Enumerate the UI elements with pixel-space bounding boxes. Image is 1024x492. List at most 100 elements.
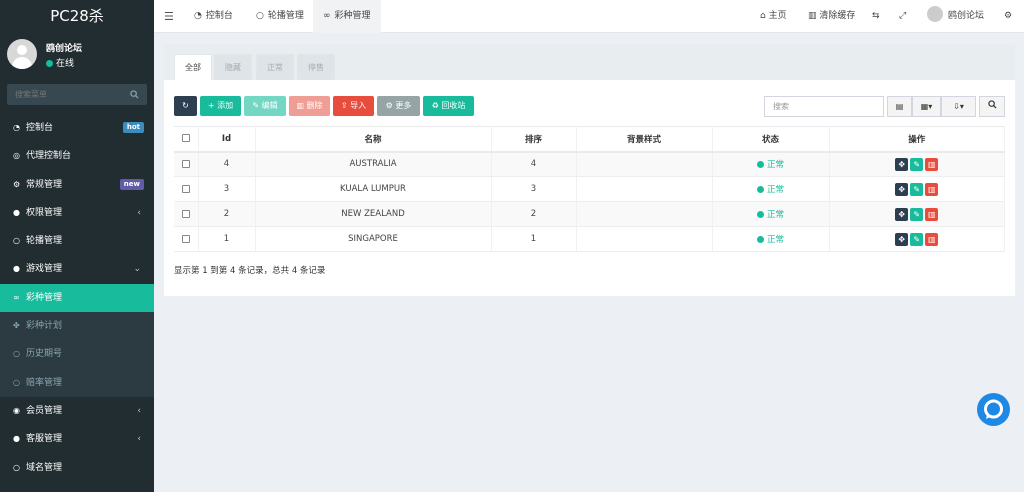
brand-logo[interactable]: PC28杀: [0, 0, 154, 33]
home-link[interactable]: ⌂ 主页: [760, 0, 787, 33]
cell-actions: ✥ ✎ ▥: [829, 176, 1005, 202]
sidebar-item-history[interactable]: ○ 历史期号: [0, 340, 154, 369]
row-edit-button[interactable]: ✎: [910, 182, 924, 196]
drag-sort-button[interactable]: ✥: [895, 207, 909, 221]
row-delete-button[interactable]: ▥: [925, 207, 939, 221]
delete-button[interactable]: ▥ 删除: [289, 96, 330, 116]
cell-status: 正常: [712, 176, 830, 202]
sidebar-item-lottery-plan[interactable]: ✤ 彩种计划: [0, 312, 154, 341]
pencil-icon: ✎: [252, 101, 262, 110]
export-button[interactable]: ⇩▾: [941, 96, 976, 117]
tab-dashboard[interactable]: ◔ 控制台: [184, 0, 243, 33]
table-search-input[interactable]: 搜索: [764, 96, 884, 117]
add-button[interactable]: + 添加: [200, 96, 241, 116]
sidebar-item-permissions[interactable]: ● 权限管理 ‹: [0, 199, 154, 227]
drag-sort-button[interactable]: ✥: [895, 182, 909, 196]
advanced-search-button[interactable]: [979, 96, 1005, 117]
topbar: ☰ ◔ 控制台 ○ 轮播管理 ∞ 彩种管理 ⌂ 主页 ▥ 清除缓存 ⇆ ⤢ 鸥创论坛 …: [154, 0, 1024, 33]
sidebar-search-input[interactable]: [7, 84, 125, 105]
col-name[interactable]: 名称: [255, 126, 492, 153]
tab-discontinued[interactable]: 停售: [297, 54, 335, 80]
cell-name: NEW ZEALAND: [255, 201, 492, 227]
sidebar-item-label: 客服管理: [26, 434, 63, 445]
col-status[interactable]: 状态: [712, 126, 830, 153]
chat-button[interactable]: [977, 393, 1010, 426]
lottery-table: Id 名称 排序 背景样式 状态 操作 4 AUSTRALIA 4 正常 ✥ ✎ ▥…: [174, 126, 1005, 252]
drag-sort-button[interactable]: ✥: [895, 157, 909, 171]
sidebar-item-label: 权限管理: [26, 207, 63, 218]
status-text: 正常: [766, 210, 784, 220]
tab-all[interactable]: 全部: [174, 54, 212, 80]
chevron-left-icon: ‹: [137, 434, 141, 445]
chevron-left-icon: ‹: [137, 405, 141, 416]
settings-icon[interactable]: ⚙: [1004, 0, 1012, 33]
drag-sort-button[interactable]: ✥: [895, 232, 909, 246]
upload-icon: ⇪: [340, 101, 351, 110]
recycle-bin-button[interactable]: ♻ 回收站: [423, 96, 474, 116]
sidebar-item-carousel[interactable]: ○ 轮播管理: [0, 227, 154, 255]
sidebar-item-dashboard[interactable]: ◔ 控制台 hot: [0, 114, 154, 142]
language-icon[interactable]: ⇆: [872, 0, 880, 33]
search-icon[interactable]: [130, 90, 139, 102]
sidebar-item-odds[interactable]: ○ 赔率管理: [0, 368, 154, 397]
tab-normal[interactable]: 正常: [256, 54, 294, 80]
chat-bubble-icon: [984, 399, 1003, 419]
sidebar-item-label: 代理控制台: [26, 151, 72, 162]
edit-button[interactable]: ✎ 编辑: [244, 96, 286, 116]
row-checkbox[interactable]: [181, 184, 190, 193]
table-row: 2 NEW ZEALAND 2 正常 ✥ ✎ ▥: [174, 201, 1005, 227]
add-label: 添加: [217, 101, 234, 110]
row-edit-button[interactable]: ✎: [910, 207, 924, 221]
row-checkbox[interactable]: [181, 234, 190, 243]
cell-id: 1: [198, 226, 256, 252]
sidebar-item-domains[interactable]: ○ 域名管理: [0, 454, 154, 482]
row-edit-button[interactable]: ✎: [910, 157, 924, 171]
user-menu-label: 鸥创论坛: [948, 11, 985, 21]
row-checkbox[interactable]: [181, 159, 190, 168]
status-dot-icon: [756, 236, 764, 243]
import-button[interactable]: ⇪ 导入: [333, 96, 374, 116]
tab-hidden[interactable]: 隐藏: [214, 54, 252, 80]
row-delete-button[interactable]: ▥: [925, 232, 939, 246]
group-icon: ●: [13, 207, 20, 217]
cell-status: 正常: [712, 151, 830, 177]
fullscreen-icon[interactable]: ⤢: [899, 0, 906, 33]
table-row: 1 SINGAPORE 1 正常 ✥ ✎ ▥: [174, 226, 1005, 252]
row-checkbox[interactable]: [181, 209, 190, 218]
columns-button[interactable]: ▦▾: [912, 96, 941, 117]
clear-cache-button[interactable]: ▥ 清除缓存: [808, 0, 855, 33]
menu-toggle-icon[interactable]: ☰: [164, 10, 174, 23]
sidebar-item-lottery-types[interactable]: ∞ 彩种管理: [0, 283, 154, 313]
status-text: 正常: [766, 160, 784, 171]
tab-lottery-types[interactable]: ∞ 彩种管理: [313, 0, 381, 33]
row-select-cell: [174, 176, 199, 202]
sidebar-item-members[interactable]: ◉ 会员管理 ‹: [0, 397, 154, 425]
status-badge: 正常: [756, 210, 784, 220]
sidebar: PC28杀 鸥创论坛 在线 ◔控制台 hot ◎代理控制台 ⚙常规管理 new …: [0, 0, 154, 492]
search-icon: [987, 100, 997, 111]
refresh-button[interactable]: ↻: [174, 96, 197, 116]
row-edit-button[interactable]: ✎: [910, 232, 924, 246]
col-bg-style[interactable]: 背景样式: [576, 126, 713, 153]
content-panel: 全部 隐藏 正常 停售 ↻ + 添加 ✎ 编辑 ▥ 删除 ⇪ 导入 ⚙ 更多 ♻…: [164, 44, 1015, 296]
pagination-info: 显示第 1 到第 4 条记录，总共 4 条记录: [174, 266, 326, 276]
row-delete-button[interactable]: ▥: [925, 182, 939, 196]
cell-name: SINGAPORE: [255, 226, 492, 252]
user-menu[interactable]: 鸥创论坛: [927, 0, 984, 33]
tab-carousel[interactable]: ○ 轮播管理: [246, 0, 314, 33]
sidebar-item-label: 轮播管理: [26, 236, 63, 247]
cell-bg-style: [576, 151, 713, 177]
toggle-view-button[interactable]: ▤: [887, 96, 912, 117]
recycle-label: 回收站: [441, 101, 466, 110]
sidebar-item-support[interactable]: ● 客服管理 ‹: [0, 425, 154, 453]
row-delete-button[interactable]: ▥: [925, 157, 939, 171]
sidebar-item-general[interactable]: ⚙ 常规管理 new: [0, 171, 154, 199]
col-id[interactable]: Id: [198, 126, 256, 153]
select-all-checkbox[interactable]: [181, 134, 190, 143]
col-sort[interactable]: 排序: [491, 126, 577, 153]
sidebar-item-games[interactable]: ● 游戏管理 ⌄: [0, 255, 154, 283]
user-circle-icon: ◉: [13, 405, 20, 415]
cogs-icon: ⚙: [13, 179, 21, 189]
sidebar-item-agent-dashboard[interactable]: ◎ 代理控制台: [0, 142, 154, 170]
more-button[interactable]: ⚙ 更多: [377, 96, 420, 116]
